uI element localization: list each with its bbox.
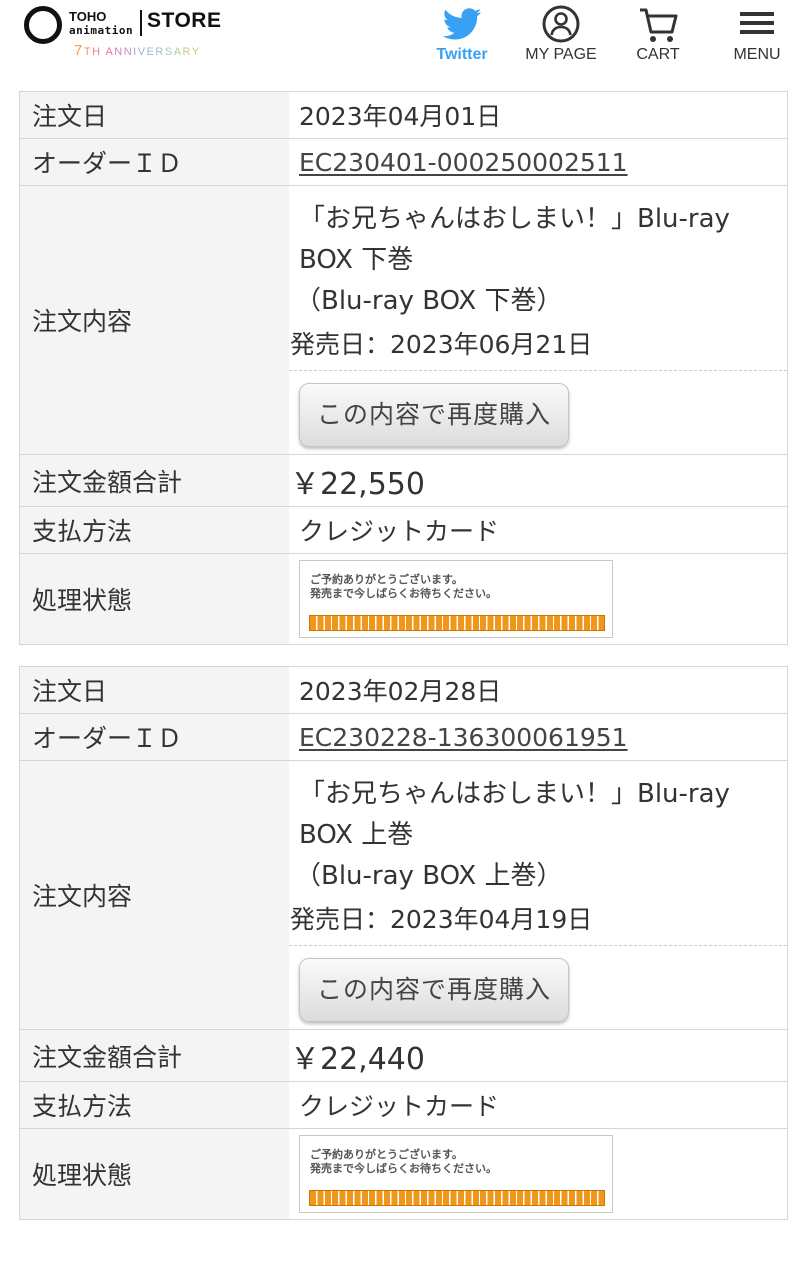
order-content-row: 注文内容 「お兄ちゃんはおしまい！」Blu-ray BOX 下巻 （Blu-ra… bbox=[20, 185, 787, 454]
payment-method-row: 支払方法 クレジットカード bbox=[20, 506, 787, 553]
status-progress-bar bbox=[309, 615, 605, 631]
nav-my-page-label: MY PAGE bbox=[525, 46, 597, 63]
order-date-row: 注文日 2023年04月01日 bbox=[20, 92, 787, 138]
order-total-value: ￥22,550 bbox=[289, 455, 787, 506]
order-history-table: 注文日 2023年02月28日 オーダーＩＤ EC230228-13630006… bbox=[19, 666, 788, 1220]
order-content-label: 注文内容 bbox=[20, 761, 289, 1029]
status-image: ご予約ありがとうございます。 発売まで今しばらくお待ちください。 bbox=[299, 560, 613, 638]
nav-cart-label: CART bbox=[636, 46, 680, 63]
release-date: 発売日：2023年04月19日 bbox=[289, 897, 787, 946]
status-row: 処理状態 ご予約ありがとうございます。 発売まで今しばらくお待ちください。 bbox=[20, 1128, 787, 1219]
store-logo[interactable]: TOHO animation STORE 7TH ANNIVERSARY bbox=[22, 4, 222, 64]
site-header: TOHO animation STORE 7TH ANNIVERSARY Twi… bbox=[0, 0, 806, 80]
logo-ring-icon bbox=[24, 6, 62, 44]
order-total-label: 注文金額合計 bbox=[20, 455, 289, 506]
order-total-value: ￥22,440 bbox=[289, 1030, 787, 1081]
status-text-line1: ご予約ありがとうございます。 bbox=[310, 573, 463, 586]
cart-icon bbox=[640, 8, 678, 42]
status-text-line1: ご予約ありがとうございます。 bbox=[310, 1148, 463, 1161]
status-label: 処理状態 bbox=[20, 554, 289, 644]
order-content-label: 注文内容 bbox=[20, 186, 289, 454]
payment-method-label: 支払方法 bbox=[20, 507, 289, 553]
order-id-row: オーダーＩＤ EC230401-000250002511 bbox=[20, 138, 787, 185]
rebuy-button[interactable]: この内容で再度購入 bbox=[299, 958, 569, 1022]
order-id-link[interactable]: EC230228-136300061951 bbox=[299, 723, 628, 752]
nav-menu[interactable]: MENU bbox=[726, 4, 788, 64]
order-id-label: オーダーＩＤ bbox=[20, 714, 289, 760]
status-text-line2: 発売まで今しばらくお待ちください。 bbox=[310, 587, 497, 600]
order-id-label: オーダーＩＤ bbox=[20, 139, 289, 185]
nav-menu-label: MENU bbox=[733, 46, 781, 63]
item-title: 「お兄ちゃんはおしまい！」Blu-ray BOX 下巻 bbox=[299, 204, 730, 275]
logo-store: STORE bbox=[147, 9, 222, 32]
status-text-line2: 発売まで今しばらくお待ちください。 bbox=[310, 1162, 497, 1175]
order-total-row: 注文金額合計 ￥22,440 bbox=[20, 1029, 787, 1081]
logo-brand: TOHO bbox=[69, 9, 107, 24]
order-date-label: 注文日 bbox=[20, 92, 289, 138]
nav-my-page[interactable]: MY PAGE bbox=[520, 4, 602, 64]
order-content-row: 注文内容 「お兄ちゃんはおしまい！」Blu-ray BOX 上巻 （Blu-ra… bbox=[20, 760, 787, 1029]
nav-twitter[interactable]: Twitter bbox=[428, 4, 496, 64]
order-id-link[interactable]: EC230401-000250002511 bbox=[299, 148, 628, 177]
user-icon bbox=[542, 5, 580, 43]
order-date-row: 注文日 2023年02月28日 bbox=[20, 667, 787, 713]
logo-anniversary: 7TH ANNIVERSARY bbox=[74, 42, 201, 59]
hamburger-icon bbox=[740, 12, 774, 34]
status-image: ご予約ありがとうございます。 発売まで今しばらくお待ちください。 bbox=[299, 1135, 613, 1213]
order-date-value: 2023年04月01日 bbox=[289, 92, 787, 138]
payment-method-row: 支払方法 クレジットカード bbox=[20, 1081, 787, 1128]
order-history-table: 注文日 2023年04月01日 オーダーＩＤ EC230401-00025000… bbox=[19, 91, 788, 645]
payment-method-value: クレジットカード bbox=[289, 507, 787, 553]
payment-method-value: クレジットカード bbox=[289, 1082, 787, 1128]
payment-method-label: 支払方法 bbox=[20, 1082, 289, 1128]
item-subtitle: （Blu-ray BOX 下巻） bbox=[295, 286, 563, 316]
status-progress-bar bbox=[309, 1190, 605, 1206]
nav-cart[interactable]: CART bbox=[628, 4, 688, 64]
item-title: 「お兄ちゃんはおしまい！」Blu-ray BOX 上巻 bbox=[299, 779, 730, 850]
order-id-row: オーダーＩＤ EC230228-136300061951 bbox=[20, 713, 787, 760]
item-subtitle: （Blu-ray BOX 上巻） bbox=[295, 861, 563, 891]
status-row: 処理状態 ご予約ありがとうございます。 発売まで今しばらくお待ちください。 bbox=[20, 553, 787, 644]
order-date-label: 注文日 bbox=[20, 667, 289, 713]
order-date-value: 2023年02月28日 bbox=[289, 667, 787, 713]
status-label: 処理状態 bbox=[20, 1129, 289, 1219]
logo-divider bbox=[140, 10, 142, 36]
twitter-bird-icon bbox=[442, 8, 482, 40]
rebuy-button[interactable]: この内容で再度購入 bbox=[299, 383, 569, 447]
nav-twitter-label: Twitter bbox=[436, 46, 488, 63]
order-total-label: 注文金額合計 bbox=[20, 1030, 289, 1081]
logo-sub: animation bbox=[69, 24, 134, 37]
order-total-row: 注文金額合計 ￥22,550 bbox=[20, 454, 787, 506]
release-date: 発売日：2023年06月21日 bbox=[289, 322, 787, 371]
